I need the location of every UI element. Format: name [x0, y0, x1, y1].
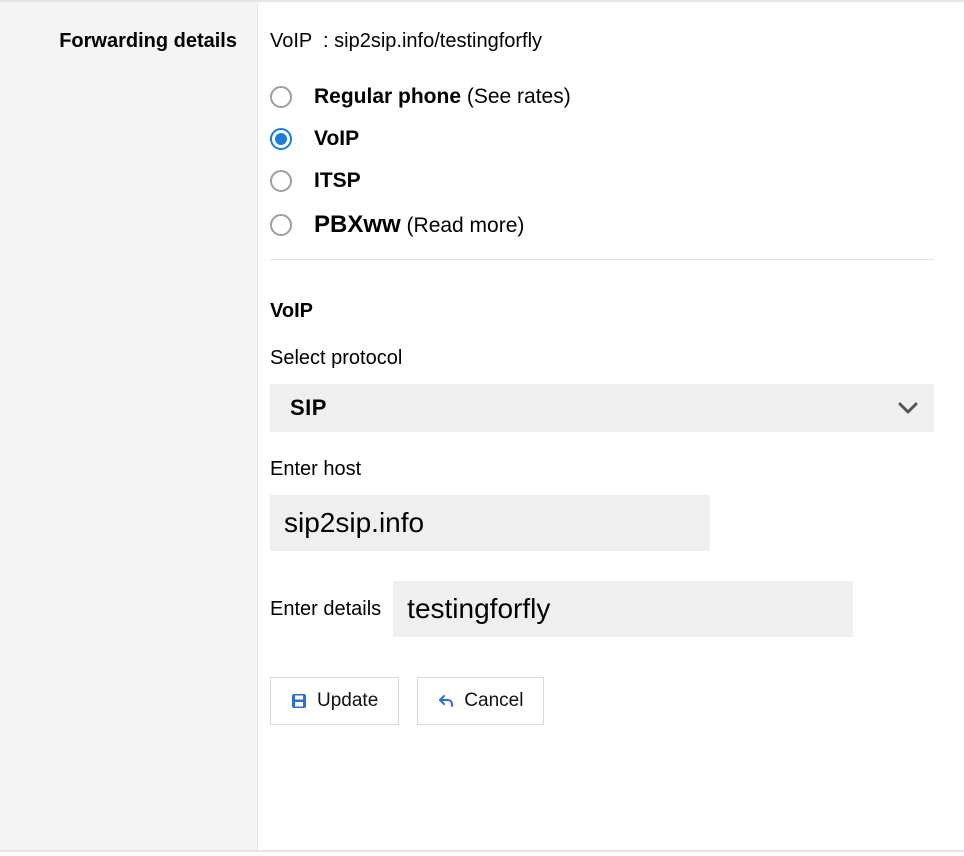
radio-label-text: PBXww — [314, 211, 401, 238]
host-input[interactable] — [270, 495, 710, 551]
update-button-label: Update — [317, 690, 378, 712]
forwarding-type-group: Regular phone (See rates) VoIP ITSP — [270, 85, 934, 239]
cancel-button-label: Cancel — [464, 690, 523, 712]
divider — [270, 259, 934, 260]
save-icon — [291, 693, 307, 709]
details-input[interactable] — [393, 581, 853, 637]
details-label: Enter details — [270, 598, 381, 621]
radio-itsp[interactable]: ITSP — [270, 169, 934, 193]
radio-extra-text: (See rates) — [467, 85, 571, 108]
summary-value: sip2sip.info/testingforfly — [334, 30, 542, 52]
protocol-select[interactable]: SIP — [270, 384, 934, 432]
button-row: Update Cancel — [270, 677, 934, 725]
radio-voip[interactable]: VoIP — [270, 127, 934, 151]
radio-icon — [270, 86, 292, 108]
radio-icon — [270, 214, 292, 236]
radio-icon — [270, 170, 292, 192]
sidebar: Forwarding details — [0, 2, 258, 850]
radio-label-text: ITSP — [314, 169, 361, 192]
summary-separator: : — [323, 30, 329, 52]
voip-heading: VoIP — [270, 300, 934, 323]
protocol-label: Select protocol — [270, 347, 934, 370]
host-label: Enter host — [270, 458, 934, 481]
radio-pbxww[interactable]: PBXww (Read more) — [270, 211, 934, 239]
cancel-button[interactable]: Cancel — [417, 677, 544, 725]
forwarding-summary: VoIP : sip2sip.info/testingforfly — [270, 30, 934, 53]
update-button[interactable]: Update — [270, 677, 399, 725]
radio-icon — [270, 128, 292, 150]
chevron-down-icon — [898, 402, 918, 414]
section-title: Forwarding details — [0, 30, 237, 53]
undo-icon — [438, 693, 454, 709]
radio-label-text: VoIP — [314, 127, 359, 150]
protocol-value: SIP — [290, 395, 327, 421]
radio-extra-text: (Read more) — [407, 214, 525, 237]
summary-prefix: VoIP — [270, 30, 312, 52]
main-panel: VoIP : sip2sip.info/testingforfly Regula… — [258, 2, 964, 850]
radio-regular-phone[interactable]: Regular phone (See rates) — [270, 85, 934, 109]
radio-label-text: Regular phone — [314, 85, 461, 108]
